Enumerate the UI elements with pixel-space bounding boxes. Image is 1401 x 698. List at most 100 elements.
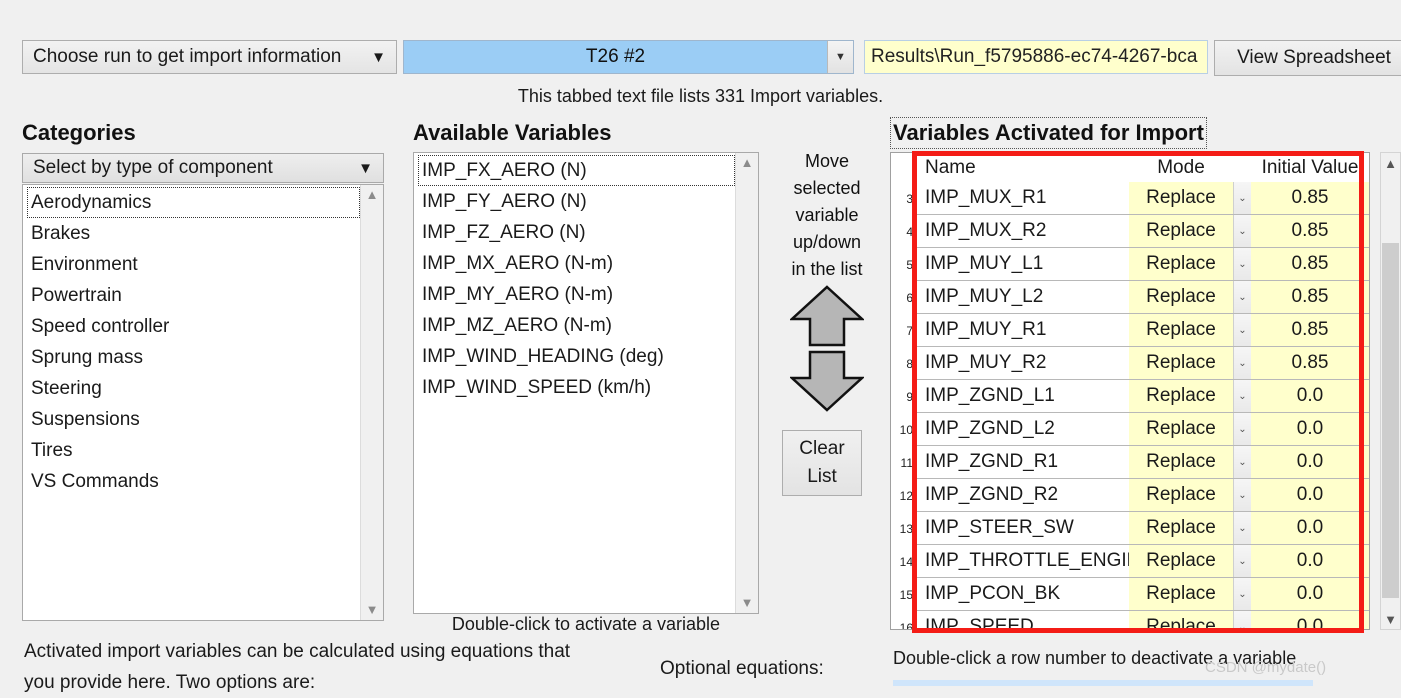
row-number[interactable]: 5 (891, 248, 917, 281)
cell-variable-name[interactable]: IMP_MUY_R1 (917, 314, 1129, 346)
cell-initial-value[interactable]: 0.0 (1251, 578, 1369, 610)
cell-variable-name[interactable]: IMP_ZGND_L1 (917, 380, 1129, 412)
available-variables-scrollbar[interactable]: ▲ ▼ (735, 153, 758, 613)
table-row[interactable]: IMP_MUX_R1 Replace ⌄ 0.85 (917, 182, 1369, 215)
cell-mode-value[interactable]: Replace (1129, 314, 1233, 346)
cell-initial-value[interactable]: 0.0 (1251, 413, 1369, 445)
cell-mode-value[interactable]: Replace (1129, 380, 1233, 412)
scroll-up-icon[interactable]: ▲ (366, 185, 379, 205)
available-variable-item[interactable]: IMP_FY_AERO (N) (418, 186, 735, 217)
chevron-down-icon[interactable]: ⌄ (1233, 611, 1251, 629)
table-row[interactable]: IMP_MUY_L1 Replace ⌄ 0.85 (917, 248, 1369, 281)
chevron-down-icon[interactable]: ⌄ (1233, 281, 1251, 313)
scrollbar-thumb[interactable] (1382, 243, 1399, 598)
cell-variable-name[interactable]: IMP_MUX_R2 (917, 215, 1129, 247)
table-row[interactable]: IMP_STEER_SW Replace ⌄ 0.0 (917, 512, 1369, 545)
chevron-down-icon[interactable]: ⌄ (1233, 446, 1251, 478)
cell-mode-value[interactable]: Replace (1129, 446, 1233, 478)
category-list-item[interactable]: Steering (27, 373, 360, 404)
cell-mode-value[interactable]: Replace (1129, 611, 1233, 629)
available-variable-item[interactable]: IMP_WIND_HEADING (deg) (418, 341, 735, 372)
row-number[interactable]: 15 (891, 578, 917, 611)
table-row[interactable]: IMP_ZGND_R2 Replace ⌄ 0.0 (917, 479, 1369, 512)
chevron-down-icon[interactable]: ⌄ (1233, 413, 1251, 445)
table-row[interactable]: IMP_THROTTLE_ENGINE Replace ⌄ 0.0 (917, 545, 1369, 578)
results-path-field[interactable]: Results\Run_f5795886-ec74-4267-bca (864, 40, 1208, 74)
chevron-down-icon[interactable]: ⌄ (1233, 512, 1251, 544)
cell-variable-name[interactable]: IMP_MUY_L2 (917, 281, 1129, 313)
table-row[interactable]: IMP_ZGND_L1 Replace ⌄ 0.0 (917, 380, 1369, 413)
cell-initial-value[interactable]: 0.85 (1251, 182, 1369, 214)
chevron-down-icon[interactable]: ⌄ (1233, 545, 1251, 577)
scroll-up-icon[interactable]: ▲ (1381, 153, 1400, 173)
row-number[interactable]: 8 (891, 347, 917, 380)
cell-mode-value[interactable]: Replace (1129, 479, 1233, 511)
available-variable-item[interactable]: IMP_FZ_AERO (N) (418, 217, 735, 248)
available-variable-item[interactable]: IMP_WIND_SPEED (km/h) (418, 372, 735, 403)
chevron-down-icon[interactable]: ▼ (827, 41, 853, 73)
category-list-item[interactable]: Environment (27, 249, 360, 280)
table-row[interactable]: IMP_ZGND_L2 Replace ⌄ 0.0 (917, 413, 1369, 446)
cell-variable-name[interactable]: IMP_ZGND_R1 (917, 446, 1129, 478)
cell-mode-value[interactable]: Replace (1129, 182, 1233, 214)
row-number[interactable]: 3 (891, 182, 917, 215)
cell-variable-name[interactable]: IMP_MUX_R1 (917, 182, 1129, 214)
cell-variable-name[interactable]: IMP_MUY_L1 (917, 248, 1129, 280)
cell-mode-value[interactable]: Replace (1129, 512, 1233, 544)
chevron-down-icon[interactable]: ⌄ (1233, 314, 1251, 346)
category-type-dropdown[interactable]: Select by type of component ▼ (22, 153, 384, 183)
category-list-item[interactable]: Speed controller (27, 311, 360, 342)
scroll-down-icon[interactable]: ▼ (1381, 609, 1400, 629)
row-number[interactable]: 12 (891, 479, 917, 512)
chevron-down-icon[interactable]: ⌄ (1233, 380, 1251, 412)
available-variable-item[interactable]: IMP_MX_AERO (N-m) (418, 248, 735, 279)
table-row[interactable]: IMP_MUX_R2 Replace ⌄ 0.85 (917, 215, 1369, 248)
activated-variables-grid[interactable]: 3 4 5 6 7 8 9 10 11 12 13 14 15 16 Name Mode Initial … (890, 152, 1370, 630)
category-list-item[interactable]: Tires (27, 435, 360, 466)
cell-variable-name[interactable]: IMP_ZGND_R2 (917, 479, 1129, 511)
table-row[interactable]: IMP_MUY_R2 Replace ⌄ 0.85 (917, 347, 1369, 380)
chevron-down-icon[interactable]: ⌄ (1233, 215, 1251, 247)
category-list-item[interactable]: Aerodynamics (27, 187, 360, 218)
choose-run-dropdown[interactable]: Choose run to get import information ▼ (22, 40, 397, 74)
cell-variable-name[interactable]: IMP_THROTTLE_ENGINE (917, 545, 1153, 577)
scroll-down-icon[interactable]: ▼ (741, 593, 754, 613)
cell-initial-value[interactable]: 0.85 (1251, 347, 1369, 379)
cell-initial-value[interactable]: 0.0 (1251, 446, 1369, 478)
row-number[interactable]: 6 (891, 281, 917, 314)
chevron-down-icon[interactable]: ⌄ (1233, 248, 1251, 280)
cell-mode-value[interactable]: Replace (1129, 281, 1233, 313)
table-row[interactable]: IMP_MUY_R1 Replace ⌄ 0.85 (917, 314, 1369, 347)
available-variable-item[interactable]: IMP_MY_AERO (N-m) (418, 279, 735, 310)
cell-mode-value[interactable]: Replace (1129, 248, 1233, 280)
cell-initial-value[interactable]: 0.0 (1251, 479, 1369, 511)
row-number[interactable]: 14 (891, 545, 917, 578)
clear-list-button[interactable]: Clear List (782, 430, 862, 496)
scroll-down-icon[interactable]: ▼ (366, 600, 379, 620)
cell-initial-value[interactable]: 0.85 (1251, 215, 1369, 247)
cell-mode-value[interactable]: Replace (1129, 578, 1233, 610)
category-list-item[interactable]: Brakes (27, 218, 360, 249)
row-number[interactable]: 11 (891, 446, 917, 479)
cell-mode-value[interactable]: Replace (1129, 413, 1233, 445)
categories-listbox[interactable]: Aerodynamics Brakes Environment Powertrain S… (22, 184, 384, 621)
available-variables-listbox[interactable]: IMP_FX_AERO (N) IMP_FY_AERO (N) IMP_FZ_AER… (413, 152, 759, 614)
cell-variable-name[interactable]: IMP_PCON_BK (917, 578, 1129, 610)
row-number[interactable]: 7 (891, 314, 917, 347)
table-row[interactable]: IMP_PCON_BK Replace ⌄ 0.0 (917, 578, 1369, 611)
chevron-down-icon[interactable]: ⌄ (1233, 347, 1251, 379)
table-row[interactable]: IMP_MUY_L2 Replace ⌄ 0.85 (917, 281, 1369, 314)
cell-initial-value[interactable]: 0.0 (1251, 380, 1369, 412)
available-variable-item[interactable]: IMP_MZ_AERO (N-m) (418, 310, 735, 341)
cell-mode-value[interactable]: Replace (1129, 545, 1233, 577)
category-list-item[interactable]: Powertrain (27, 280, 360, 311)
cell-variable-name[interactable]: IMP_SPEED (917, 611, 1129, 629)
view-spreadsheet-button[interactable]: View Spreadsheet (1214, 40, 1401, 76)
chevron-down-icon[interactable]: ⌄ (1233, 578, 1251, 610)
arrow-up-icon[interactable] (790, 285, 864, 347)
categories-scrollbar[interactable]: ▲ ▼ (360, 185, 383, 620)
category-list-item[interactable]: VS Commands (27, 466, 360, 497)
row-number[interactable]: 16 (891, 611, 917, 630)
cell-mode-value[interactable]: Replace (1129, 215, 1233, 247)
run-selector-combobox[interactable]: T26 #2 ▼ (403, 40, 854, 74)
